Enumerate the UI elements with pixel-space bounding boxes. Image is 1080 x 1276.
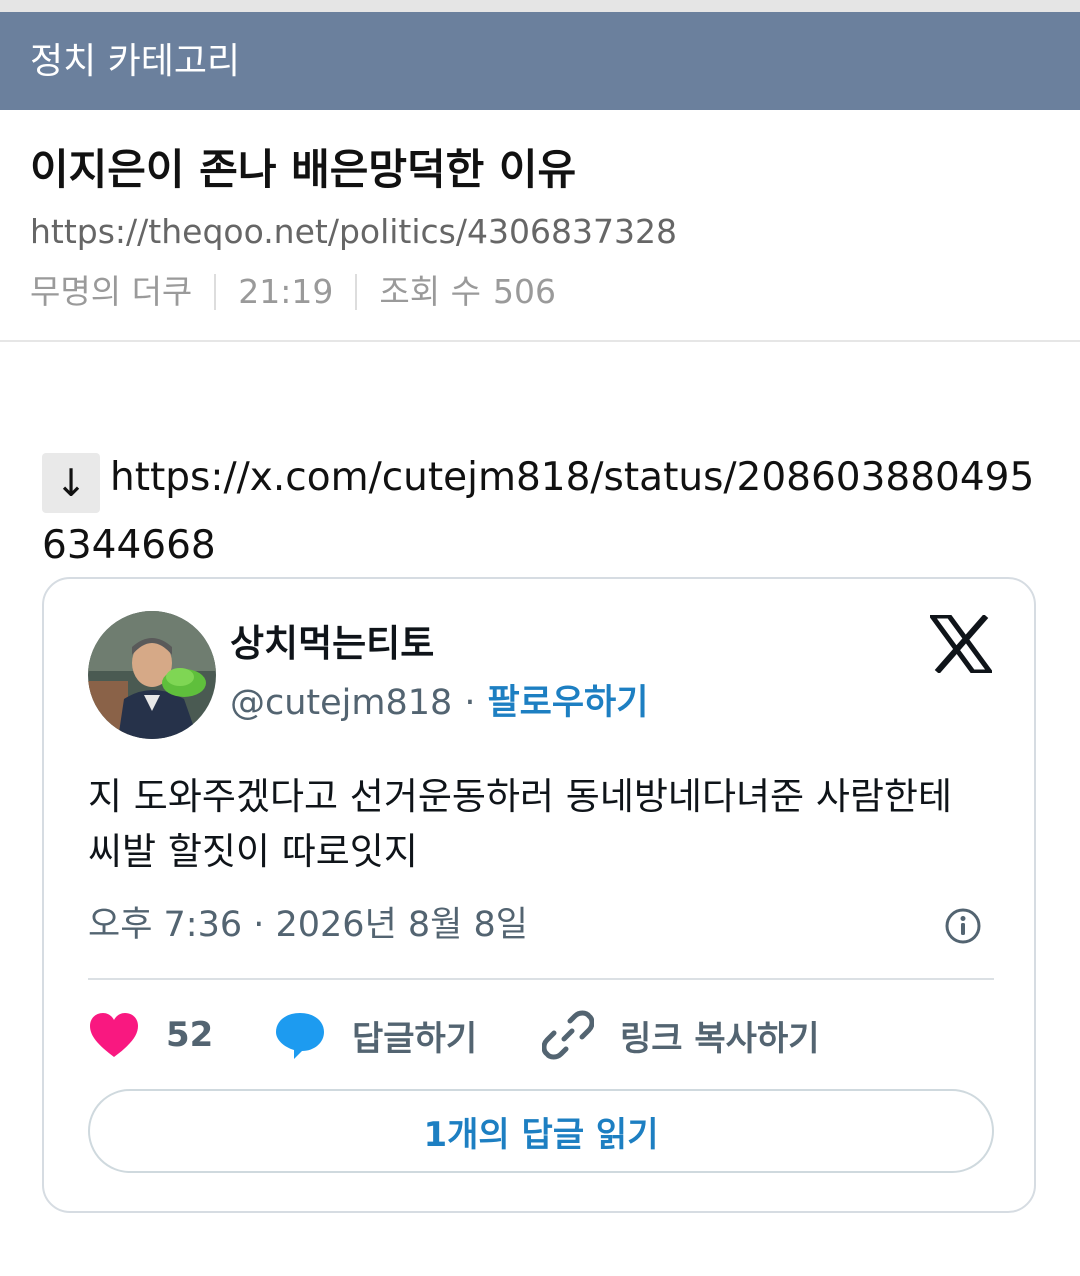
tweet-text: 지 도와주겠다고 선거운동하러 동네방네다녀준 사람한테 씨발 할짓이 따로잇지 (88, 775, 953, 873)
like-button[interactable]: 52 (88, 1011, 274, 1059)
embed-link[interactable]: ↓ https://x.com/cutejm818/status/20860388… (42, 445, 1042, 579)
top-strip (0, 0, 1080, 12)
link-icon (542, 1010, 594, 1060)
reply-button[interactable]: 답글하기 (274, 1009, 542, 1061)
handle-separator: · (464, 683, 476, 723)
heart-icon (90, 1013, 138, 1057)
copy-link-button[interactable]: 링크 복사하기 (542, 1009, 820, 1061)
views-label: 조회 수 (379, 272, 481, 311)
copy-link-label: 링크 복사하기 (620, 1018, 820, 1059)
views-count: 506 (492, 272, 556, 311)
speech-bubble-icon (276, 1013, 324, 1059)
tweet-handle-row: @cutejm818 · 팔로우하기 (230, 679, 648, 727)
embed-link-url[interactable]: https://x.com/cutejm818/status/208603880… (42, 455, 1034, 568)
down-arrow-icon: ↓ (42, 453, 100, 513)
like-count: 52 (166, 1015, 214, 1055)
tweet-handle[interactable]: @cutejm818 (230, 679, 452, 727)
tweet-card[interactable]: 상치먹는티토 @cutejm818 · 팔로우하기 지 도와주겠다고 선거운동하… (42, 577, 1036, 1213)
info-icon[interactable] (944, 907, 982, 945)
read-replies-button[interactable]: 1개의 답글 읽기 (88, 1089, 994, 1173)
avatar[interactable] (88, 611, 216, 739)
tweet-divider (88, 978, 994, 980)
reply-label: 답글하기 (352, 1018, 478, 1059)
post-time: 21:19 (238, 272, 334, 311)
tweet-timestamp[interactable]: 오후 7:36 · 2026년 8월 8일 (88, 901, 528, 949)
tweet-actions: 52 답글하기 링크 복사하기 (88, 1007, 994, 1063)
follow-button[interactable]: 팔로우하기 (487, 679, 648, 727)
meta-separator (355, 274, 358, 310)
x-logo-icon[interactable] (930, 615, 992, 673)
post-url[interactable]: https://theqoo.net/politics/4306837328 (30, 210, 677, 254)
category-header[interactable]: 정치 카테고리 (0, 12, 1080, 110)
tweet-display-name[interactable]: 상치먹는티토 (230, 619, 434, 669)
meta-separator (214, 274, 217, 310)
category-label: 정치 카테고리 (30, 41, 241, 82)
post-author: 무명의 더쿠 (30, 272, 193, 311)
post-title: 이지은이 존나 배은망덕한 이유 (30, 145, 577, 194)
post-meta: 무명의 더쿠 21:19 조회 수 506 (30, 270, 556, 314)
header-divider (0, 340, 1080, 342)
